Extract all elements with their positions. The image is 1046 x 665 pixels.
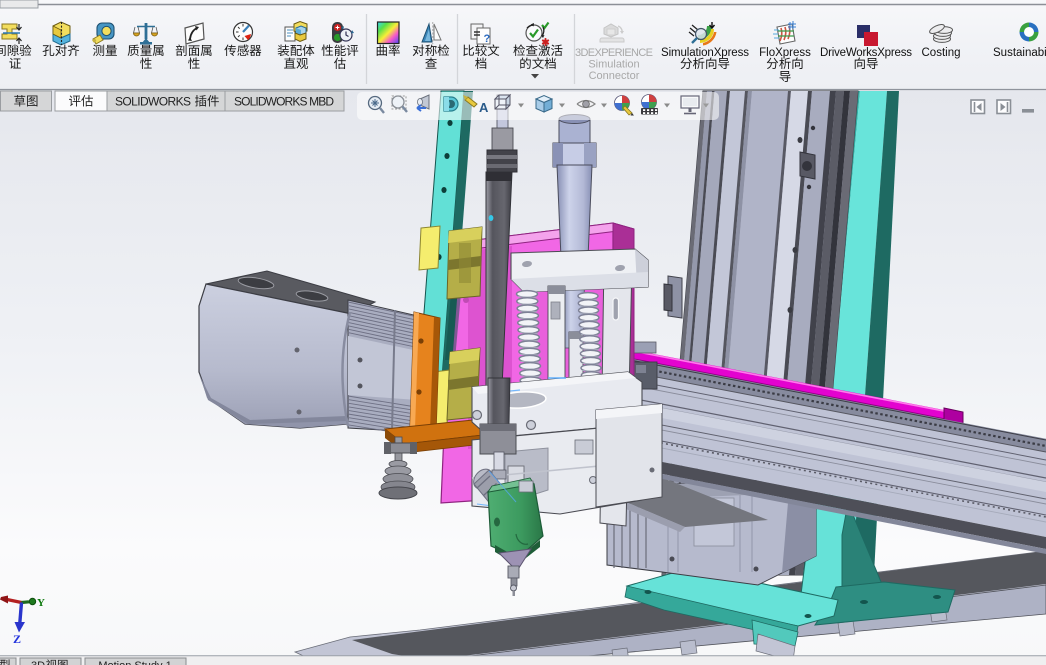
svg-text:Y: Y — [37, 597, 45, 609]
svg-text:Simulation: Simulation — [588, 59, 639, 71]
svg-text:A: A — [479, 100, 489, 115]
svg-text:SOLIDWORKS MBD: SOLIDWORKS MBD — [234, 95, 334, 109]
svg-text:SimulationXpress: SimulationXpress — [661, 47, 749, 59]
svg-text:SOLIDWORKS: SOLIDWORKS — [115, 95, 191, 109]
svg-text:Z: Z — [13, 632, 21, 646]
svg-text:3D: 3D — [31, 660, 45, 665]
svg-text:3DEXPERIENCE: 3DEXPERIENCE — [575, 47, 653, 59]
svg-text:Connector: Connector — [589, 70, 640, 82]
svg-text:DriveWorksXpress: DriveWorksXpress — [820, 47, 912, 59]
svg-text:?: ? — [484, 33, 491, 45]
svg-text:Costing: Costing — [922, 47, 961, 59]
svg-text:Motion Study 1: Motion Study 1 — [98, 660, 171, 665]
svg-text:Sustainability: Sustainability — [993, 47, 1046, 59]
svg-text:FloXpress: FloXpress — [759, 47, 811, 59]
